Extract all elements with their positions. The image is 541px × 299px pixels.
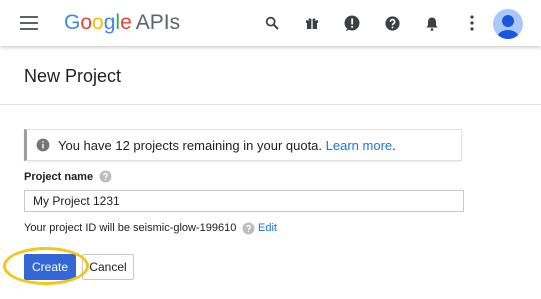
logo-letter: e <box>120 11 132 34</box>
project-id-text: Your project ID will be seismic-glow-199… <box>24 222 237 234</box>
account-avatar[interactable] <box>493 9 523 39</box>
help-circle-icon[interactable] <box>99 170 112 188</box>
logo-letter: o <box>92 11 104 34</box>
project-name-label: Project name <box>24 171 94 183</box>
quota-text: You have 12 projects remaining in your q… <box>58 138 323 153</box>
page-title: New Project <box>24 66 122 86</box>
quota-info-box: You have 12 projects remaining in your q… <box>24 129 462 161</box>
create-button[interactable]: Create <box>24 254 76 280</box>
logo-letter: g <box>103 11 116 34</box>
help-icon[interactable] <box>372 12 412 34</box>
project-name-input[interactable] <box>24 190 464 212</box>
logo-letter: G <box>64 11 81 34</box>
menu-icon[interactable] <box>18 14 40 32</box>
search-icon[interactable] <box>252 12 292 34</box>
notifications-icon[interactable] <box>412 12 452 34</box>
logo-letter: o <box>80 11 93 34</box>
help-circle-icon[interactable] <box>242 222 255 240</box>
learn-more-link[interactable]: Learn more <box>326 138 392 153</box>
edit-project-id-link[interactable]: Edit <box>258 222 277 234</box>
page-header: New Project <box>0 46 541 105</box>
gift-icon[interactable] <box>292 12 332 34</box>
info-icon <box>36 138 50 157</box>
more-vert-icon[interactable] <box>452 12 492 34</box>
google-apis-logo[interactable]: Google APIs <box>64 11 180 35</box>
quota-message: You have 12 projects remaining in your q… <box>58 138 396 153</box>
top-app-bar: Google APIs <box>0 0 541 46</box>
alert-icon[interactable] <box>332 12 372 34</box>
quota-trailing: . <box>392 138 396 153</box>
cancel-button[interactable]: Cancel <box>82 254 134 280</box>
logo-suffix: APIs <box>135 11 181 34</box>
